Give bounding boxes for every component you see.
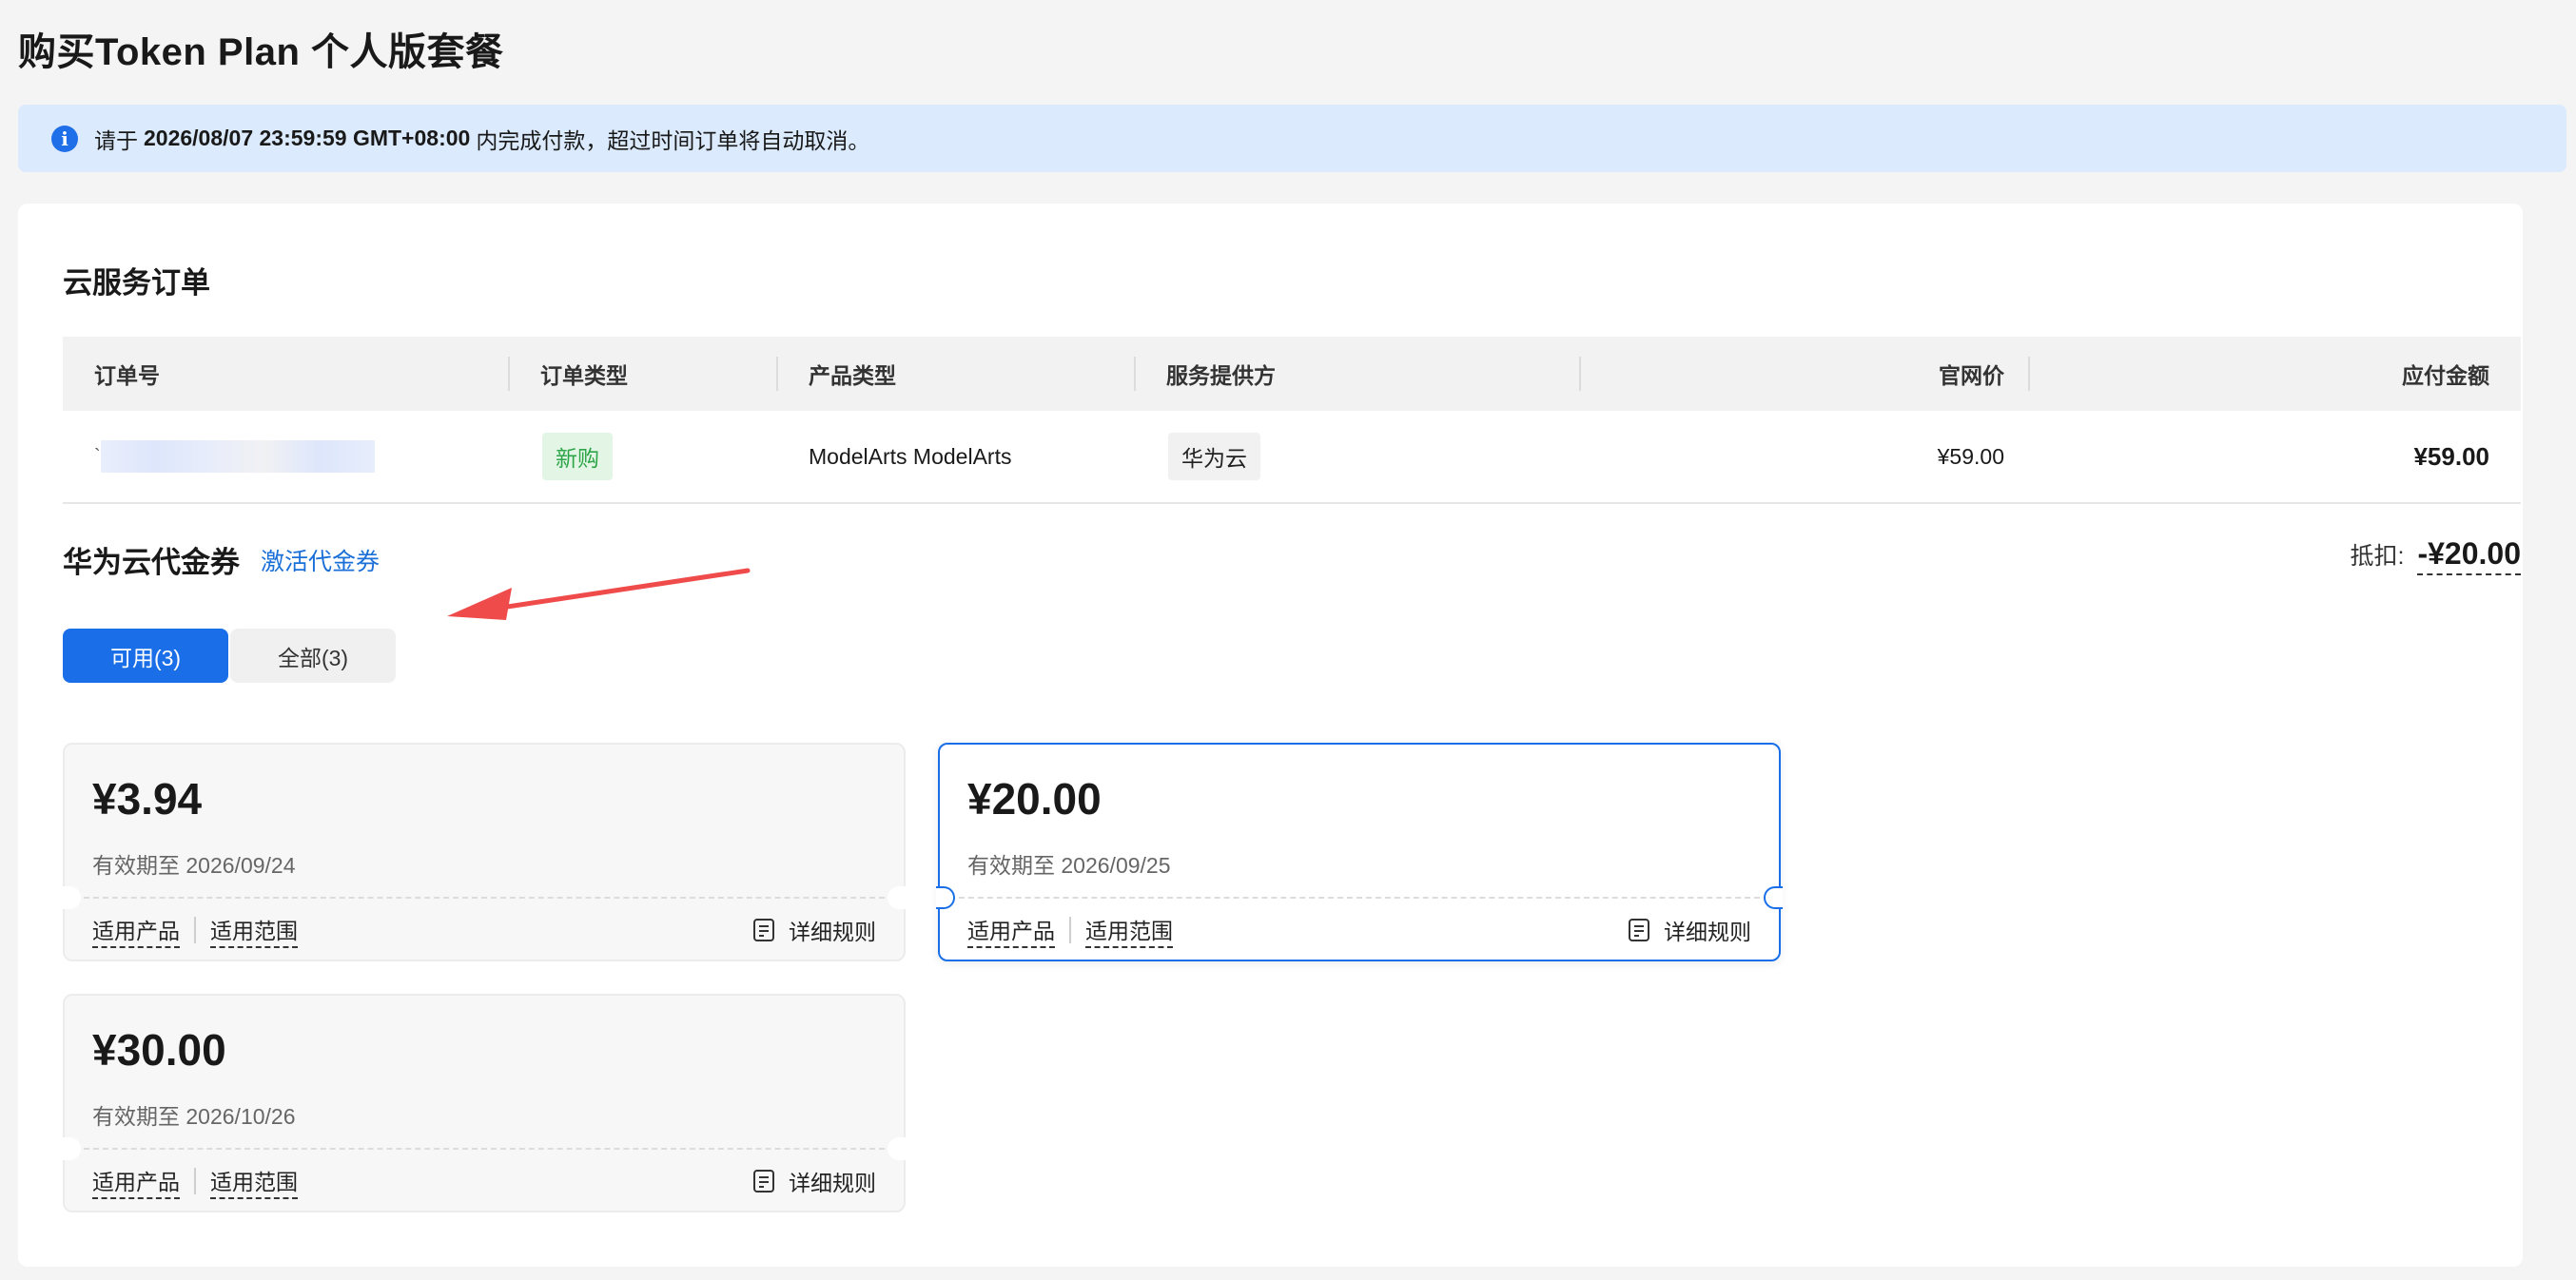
voucher-expiry: 有效期至 2026/09/24 bbox=[92, 853, 296, 878]
notice-prefix: 请于 bbox=[94, 127, 138, 153]
detailed-rules-link[interactable]: 详细规则 bbox=[752, 1165, 876, 1197]
order-number-prefix: ` bbox=[94, 445, 101, 467]
masked-order-number bbox=[100, 440, 375, 473]
tab-all[interactable]: 全部(3) bbox=[230, 629, 396, 683]
th-provider: 服务提供方 bbox=[1166, 363, 1276, 388]
voucher-divider bbox=[940, 897, 1779, 899]
document-icon bbox=[752, 918, 775, 942]
th-order-type: 订单类型 bbox=[540, 363, 628, 388]
document-icon bbox=[1628, 918, 1650, 942]
table-row: ` 新购 ModelArts ModelArts 华为云 ¥59.00 ¥59.… bbox=[63, 411, 2521, 504]
applicable-products-link[interactable]: 适用产品 bbox=[92, 913, 180, 948]
deduction-summary: 抵扣: -¥20.00 bbox=[2351, 536, 2521, 575]
voucher-notch bbox=[888, 1137, 907, 1160]
voucher-expiry: 有效期至 2026/10/26 bbox=[92, 1104, 296, 1129]
applicable-products-link[interactable]: 适用产品 bbox=[967, 913, 1055, 948]
page-title: 购买Token Plan 个人版套餐 bbox=[18, 31, 504, 73]
voucher-card[interactable]: ¥30.00 有效期至 2026/10/26 适用产品 适用范围 详细规则 bbox=[62, 994, 907, 1212]
voucher-footer: 适用产品 适用范围 详细规则 bbox=[92, 911, 876, 949]
th-order-no: 订单号 bbox=[94, 363, 160, 388]
footer-divider bbox=[194, 917, 196, 943]
detailed-rules-label: 详细规则 bbox=[789, 1171, 876, 1195]
detailed-rules-link[interactable]: 详细规则 bbox=[752, 914, 876, 946]
voucher-divider bbox=[65, 897, 904, 899]
voucher-amount: ¥3.94 bbox=[92, 774, 203, 824]
column-divider bbox=[1134, 357, 1136, 391]
voucher-amount: ¥30.00 bbox=[92, 1025, 226, 1075]
detailed-rules-link[interactable]: 详细规则 bbox=[1628, 914, 1751, 946]
annotation-arrow-icon bbox=[447, 568, 751, 620]
voucher-divider bbox=[65, 1148, 904, 1150]
applicable-scope-link[interactable]: 适用范围 bbox=[1085, 913, 1173, 948]
th-payable: 应付金额 bbox=[2402, 363, 2489, 388]
voucher-card-selected[interactable]: ¥20.00 有效期至 2026/09/25 适用产品 适用范围 详细规则 bbox=[936, 743, 1783, 961]
applicable-scope-link[interactable]: 适用范围 bbox=[210, 913, 298, 948]
voucher-expiry: 有效期至 2026/09/25 bbox=[967, 853, 1171, 878]
voucher-notch bbox=[936, 886, 955, 909]
voucher-notch bbox=[888, 886, 907, 909]
provider-badge: 华为云 bbox=[1168, 433, 1260, 480]
voucher-footer: 适用产品 适用范围 详细规则 bbox=[967, 911, 1751, 949]
column-divider bbox=[776, 357, 778, 391]
list-price-cell: ¥59.00 bbox=[1937, 443, 2004, 469]
voucher-footer: 适用产品 适用范围 详细规则 bbox=[92, 1162, 876, 1200]
order-type-cell: 新购 bbox=[542, 411, 613, 502]
document-icon bbox=[752, 1169, 775, 1193]
deduction-amount: -¥20.00 bbox=[2417, 536, 2521, 575]
order-table: 订单号 订单类型 产品类型 服务提供方 官网价 应付金额 ` 新购 ModelA… bbox=[63, 337, 2521, 504]
payable-cell: ¥59.00 bbox=[2413, 441, 2489, 471]
applicable-scope-link[interactable]: 适用范围 bbox=[210, 1164, 298, 1199]
voucher-filter-tabs: 可用(3) 全部(3) bbox=[63, 629, 396, 683]
activate-voucher-link[interactable]: 激活代金券 bbox=[261, 543, 380, 577]
voucher-card[interactable]: ¥3.94 有效期至 2026/09/24 适用产品 适用范围 详细规则 bbox=[62, 743, 907, 961]
order-table-header: 订单号 订单类型 产品类型 服务提供方 官网价 应付金额 bbox=[63, 337, 2521, 411]
order-type-badge: 新购 bbox=[542, 433, 613, 480]
order-number-cell: ` bbox=[94, 411, 375, 502]
voucher-notch bbox=[62, 1137, 81, 1160]
column-divider bbox=[1579, 357, 1581, 391]
notice-deadline: 2026/08/07 23:59:59 GMT+08:00 bbox=[144, 126, 471, 150]
payment-deadline-notice: i 请于 2026/08/07 23:59:59 GMT+08:00 内完成付款… bbox=[18, 105, 2566, 172]
th-product-type: 产品类型 bbox=[809, 363, 896, 388]
column-divider bbox=[508, 357, 510, 391]
info-icon: i bbox=[51, 125, 78, 152]
voucher-amount: ¥20.00 bbox=[967, 774, 1102, 824]
notice-suffix: 内完成付款，超过时间订单将自动取消。 bbox=[476, 127, 870, 153]
footer-divider bbox=[1069, 917, 1071, 943]
voucher-section-title: 华为云代金券 bbox=[63, 546, 240, 579]
applicable-products-link[interactable]: 适用产品 bbox=[92, 1164, 180, 1199]
voucher-notch bbox=[62, 886, 81, 909]
th-list-price: 官网价 bbox=[1939, 363, 2004, 388]
provider-cell: 华为云 bbox=[1168, 411, 1260, 502]
tab-available[interactable]: 可用(3) bbox=[63, 629, 228, 683]
order-section-title: 云服务订单 bbox=[63, 266, 210, 300]
product-type-cell: ModelArts ModelArts bbox=[809, 443, 1012, 469]
detailed-rules-label: 详细规则 bbox=[789, 920, 876, 944]
deduction-label: 抵扣: bbox=[2350, 543, 2405, 570]
detailed-rules-label: 详细规则 bbox=[1664, 920, 1751, 944]
column-divider bbox=[2028, 357, 2030, 391]
footer-divider bbox=[194, 1168, 196, 1194]
voucher-notch bbox=[1764, 886, 1783, 909]
